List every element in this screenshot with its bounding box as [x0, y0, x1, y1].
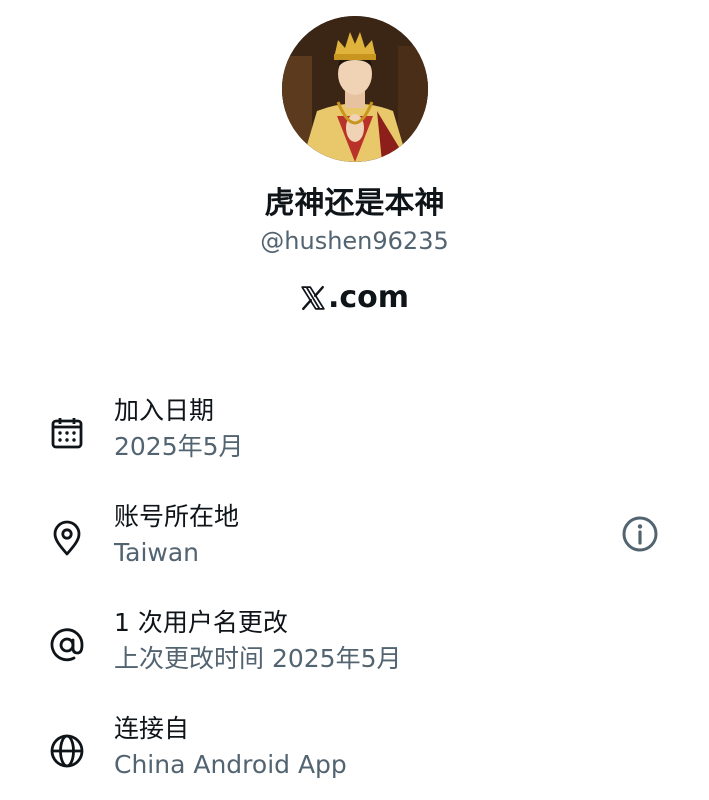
connected-via-value: China Android App [114, 750, 347, 779]
brand-text: .com [327, 280, 410, 315]
connected-via-row: 连接自 China Android App [0, 712, 709, 792]
calendar-icon [48, 414, 86, 452]
location-info-button[interactable] [620, 514, 660, 554]
account-location-label: 账号所在地 [114, 502, 240, 531]
username-changes-value: 上次更改时间 2025年5月 [114, 644, 402, 673]
x-logo-icon [301, 285, 325, 311]
at-sign-icon [48, 626, 86, 664]
brand-link[interactable]: .com [0, 278, 709, 318]
account-location-row: 账号所在地 Taiwan [0, 500, 709, 580]
location-pin-icon [48, 520, 86, 558]
account-location-value: Taiwan [114, 538, 200, 567]
user-handle: @hushen96235 [260, 227, 449, 255]
username-changes-label: 1 次用户名更改 [114, 608, 288, 637]
info-icon [622, 516, 658, 552]
profile-avatar[interactable] [282, 16, 428, 162]
joined-date-label: 加入日期 [114, 396, 215, 425]
connected-via-label: 连接自 [114, 714, 190, 743]
display-name: 虎神还是本神 [264, 186, 445, 221]
joined-date-row: 加入日期 2025年5月 [0, 394, 709, 474]
avatar-image [282, 16, 428, 162]
joined-date-value: 2025年5月 [114, 432, 244, 461]
username-changes-row: 1 次用户名更改 上次更改时间 2025年5月 [0, 606, 709, 686]
globe-icon [48, 732, 86, 770]
